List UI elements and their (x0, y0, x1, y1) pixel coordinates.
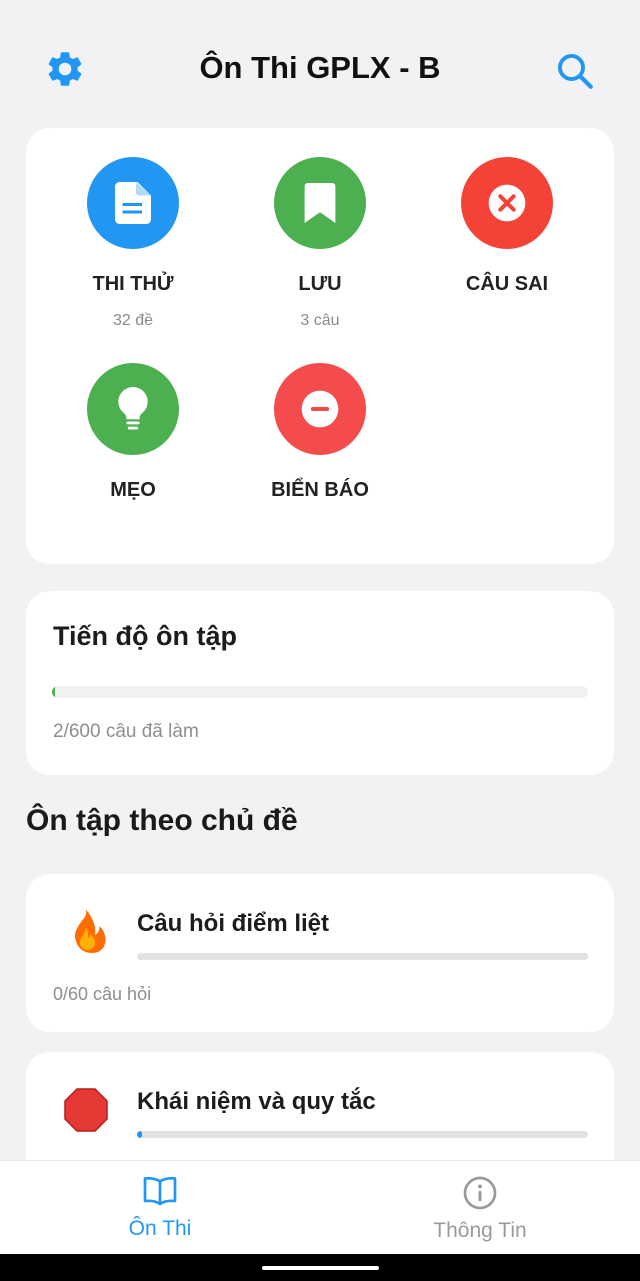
fire-icon (62, 908, 110, 956)
progress-title: Tiến độ ôn tập (53, 621, 237, 651)
document-icon (87, 157, 179, 249)
progress-text: 2/600 câu đã làm (53, 721, 199, 742)
topic-name: Câu hỏi điểm liệt (137, 910, 330, 937)
lightbulb-icon (87, 363, 179, 455)
minus-circle-icon (274, 363, 366, 455)
menu-item-thi-thu[interactable]: THI THỬ 32 đề (43, 157, 223, 330)
topic-name: Khái niệm và quy tắc (137, 1088, 376, 1115)
bottom-nav: Ôn Thi Thông Tin (0, 1160, 640, 1254)
menu-item-meo[interactable]: MẸO (43, 363, 223, 502)
progress-fill (52, 686, 56, 698)
book-icon (143, 1176, 177, 1206)
system-nav-bar (0, 1254, 640, 1281)
nav-tab-thong-tin[interactable]: Thông Tin (380, 1161, 580, 1255)
topic-count: 0/60 câu hỏi (53, 984, 152, 1004)
topic-progress-bar (137, 953, 588, 960)
menu-item-label: CÂU SAI (465, 273, 549, 295)
menu-item-bien-bao[interactable]: BIỂN BÁO (230, 363, 410, 502)
section-title: Ôn tập theo chủ đề (26, 804, 298, 837)
topic-card-diem-liet[interactable]: Câu hỏi điểm liệt 0/60 câu hỏi (26, 874, 614, 1032)
nav-label: Ôn Thi (128, 1217, 192, 1240)
menu-item-label: BIỂN BÁO (271, 479, 369, 501)
menu-item-label: MẸO (110, 479, 156, 501)
close-circle-icon (461, 157, 553, 249)
page-title: Ôn Thi GPLX - B (199, 50, 441, 85)
menu-item-sub: 32 đề (112, 312, 154, 329)
nav-tab-on-thi[interactable]: Ôn Thi (60, 1161, 260, 1255)
app-header: Ôn Thi GPLX - B (0, 0, 640, 128)
menu-item-luu[interactable]: LƯU 3 câu (230, 157, 410, 330)
stop-sign-icon (62, 1086, 110, 1134)
bookmark-icon (274, 157, 366, 249)
topic-progress-fill (137, 1131, 142, 1138)
progress-bar (52, 686, 588, 698)
search-icon[interactable] (554, 50, 596, 92)
menu-item-cau-sai[interactable]: CÂU SAI (417, 157, 597, 296)
menu-item-label: LƯU (298, 273, 342, 295)
home-handle[interactable] (262, 1266, 379, 1270)
info-icon (463, 1176, 497, 1210)
menu-item-label: THI THỬ (92, 273, 174, 295)
progress-card: Tiến độ ôn tập 2/600 câu đã làm (26, 591, 614, 775)
topic-progress-bar (137, 1131, 588, 1138)
nav-label: Thông Tin (433, 1219, 527, 1242)
menu-item-sub: 3 câu (300, 312, 340, 329)
menu-card: THI THỬ 32 đề LƯU 3 câu CÂU SAI MẸO BIỂN… (26, 128, 614, 564)
